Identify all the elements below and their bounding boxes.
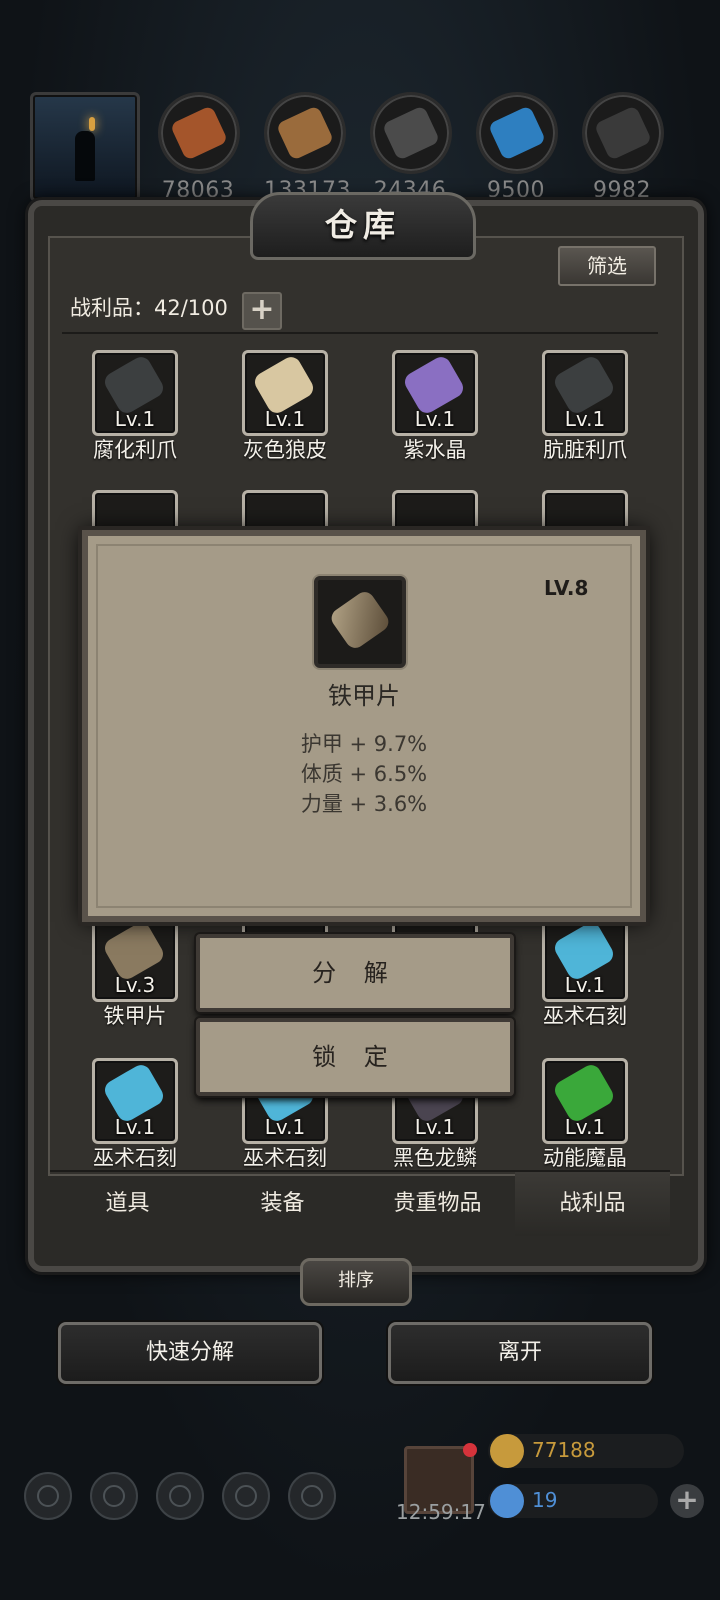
gem-amount: 19 (532, 1488, 558, 1512)
sort-button[interactable]: 排序 (300, 1258, 412, 1306)
meat-icon (169, 105, 229, 161)
tab-loot[interactable]: 战利品 (515, 1172, 670, 1236)
item-name: 灰色狼皮 (243, 438, 327, 462)
item-level: Lv.1 (414, 1115, 456, 1139)
add-currency-button[interactable]: + (670, 1484, 704, 1518)
wood-icon (275, 105, 335, 161)
panel-title: 仓库 (250, 192, 476, 260)
item-level: Lv.1 (414, 407, 456, 431)
item-level: Lv.1 (564, 407, 606, 431)
popup-item-frame (314, 576, 406, 668)
capacity-text: 战利品：42/100 (70, 296, 228, 320)
popup-item-name: 铁甲片 (328, 682, 400, 710)
tab-valuables[interactable]: 贵重物品 (360, 1172, 515, 1236)
filter-button[interactable]: 筛选 (558, 246, 656, 286)
item-name: 腐化利爪 (93, 438, 177, 462)
resource-iron[interactable]: 24346 (370, 92, 452, 203)
item-level: Lv.1 (264, 407, 306, 431)
lock-button[interactable]: 锁 定 (196, 1018, 514, 1096)
item-level: Lv.1 (114, 407, 156, 431)
item-frame: Lv.1 (392, 350, 478, 436)
torch-icon (89, 117, 95, 131)
item-slot[interactable]: Lv.1 巫术石刻 (60, 1058, 210, 1172)
iron-icon (381, 105, 441, 161)
gold-coin-icon (490, 1434, 524, 1468)
event-timer: 12:59:17 (396, 1500, 486, 1524)
add-capacity-button[interactable]: + (242, 292, 282, 330)
resource-stone[interactable]: 9982 (582, 92, 664, 203)
tab-equipment[interactable]: 装备 (205, 1172, 360, 1236)
item-frame: Lv.1 (92, 1058, 178, 1144)
mail-icon[interactable] (222, 1472, 270, 1520)
popup-stat: 护甲 + 9.7% (300, 732, 428, 756)
item-name: 巫术石刻 (543, 1004, 627, 1028)
item-frame: Lv.1 (542, 1058, 628, 1144)
resource-crystal[interactable]: 9500 (476, 92, 558, 203)
item-slot[interactable]: Lv.1 巫术石刻 (510, 916, 660, 1030)
resource-wood[interactable]: 133173 (264, 92, 350, 203)
map-icon[interactable] (288, 1472, 336, 1520)
item-name: 肮脏利爪 (543, 438, 627, 462)
stone-icon (593, 105, 653, 161)
item-frame: Lv.1 (92, 350, 178, 436)
gold-amount: 77188 (532, 1438, 596, 1462)
item-slot[interactable]: Lv.1 动能魔晶 (510, 1058, 660, 1172)
item-slot[interactable]: Lv.1 肮脏利爪 (510, 350, 660, 464)
gem-counter: 19 (488, 1484, 658, 1518)
crystal-icon (487, 105, 547, 161)
item-slot[interactable]: Lv.1 腐化利爪 (60, 350, 210, 464)
item-level: Lv.1 (564, 973, 606, 997)
item-name: 紫水晶 (403, 438, 467, 462)
item-slot[interactable]: Lv.3 铁甲片 (60, 916, 210, 1030)
item-frame: Lv.1 (242, 350, 328, 436)
resource-meat[interactable]: 78063 (158, 92, 240, 203)
decompose-button[interactable]: 分 解 (196, 934, 514, 1012)
hero-figure (75, 131, 95, 181)
item-frame: Lv.1 (542, 350, 628, 436)
armor-plate-icon (327, 588, 393, 652)
item-frame: Lv.1 (542, 916, 628, 1002)
item-name: 动能魔晶 (543, 1146, 627, 1170)
divider (62, 332, 658, 334)
item-level: Lv.1 (564, 1115, 606, 1139)
item-slot[interactable]: Lv.1 紫水晶 (360, 350, 510, 464)
item-name: 铁甲片 (103, 1004, 167, 1028)
item-slot[interactable]: Lv.1 灰色狼皮 (210, 350, 360, 464)
item-detail-popup: LV.8 铁甲片 护甲 + 9.7% 体质 + 6.5% 力量 + 3.6% (82, 530, 646, 922)
item-name: 巫术石刻 (93, 1146, 177, 1170)
item-level: Lv.1 (114, 1115, 156, 1139)
popup-level: LV.8 (544, 576, 589, 600)
gem-icon (490, 1484, 524, 1518)
item-level: Lv.3 (114, 973, 156, 997)
popup-stat: 体质 + 6.5% (300, 762, 428, 786)
hero-portrait[interactable] (30, 92, 140, 202)
leave-button[interactable]: 离开 (388, 1322, 652, 1384)
item-name: 巫术石刻 (243, 1146, 327, 1170)
item-level: Lv.1 (264, 1115, 306, 1139)
item-name: 黑色龙鳞 (393, 1146, 477, 1170)
popup-stat: 力量 + 3.6% (300, 792, 428, 816)
gold-counter: 77188 (488, 1434, 684, 1468)
item-frame: Lv.3 (92, 916, 178, 1002)
category-tabs: 道具 装备 贵重物品 战利品 (50, 1170, 670, 1236)
settings-icon[interactable] (24, 1472, 72, 1520)
quick-decompose-button[interactable]: 快速分解 (58, 1322, 322, 1384)
building-icon[interactable] (156, 1472, 204, 1520)
tab-items[interactable]: 道具 (50, 1172, 205, 1236)
star-icon[interactable] (90, 1472, 138, 1520)
notification-dot (463, 1443, 477, 1457)
